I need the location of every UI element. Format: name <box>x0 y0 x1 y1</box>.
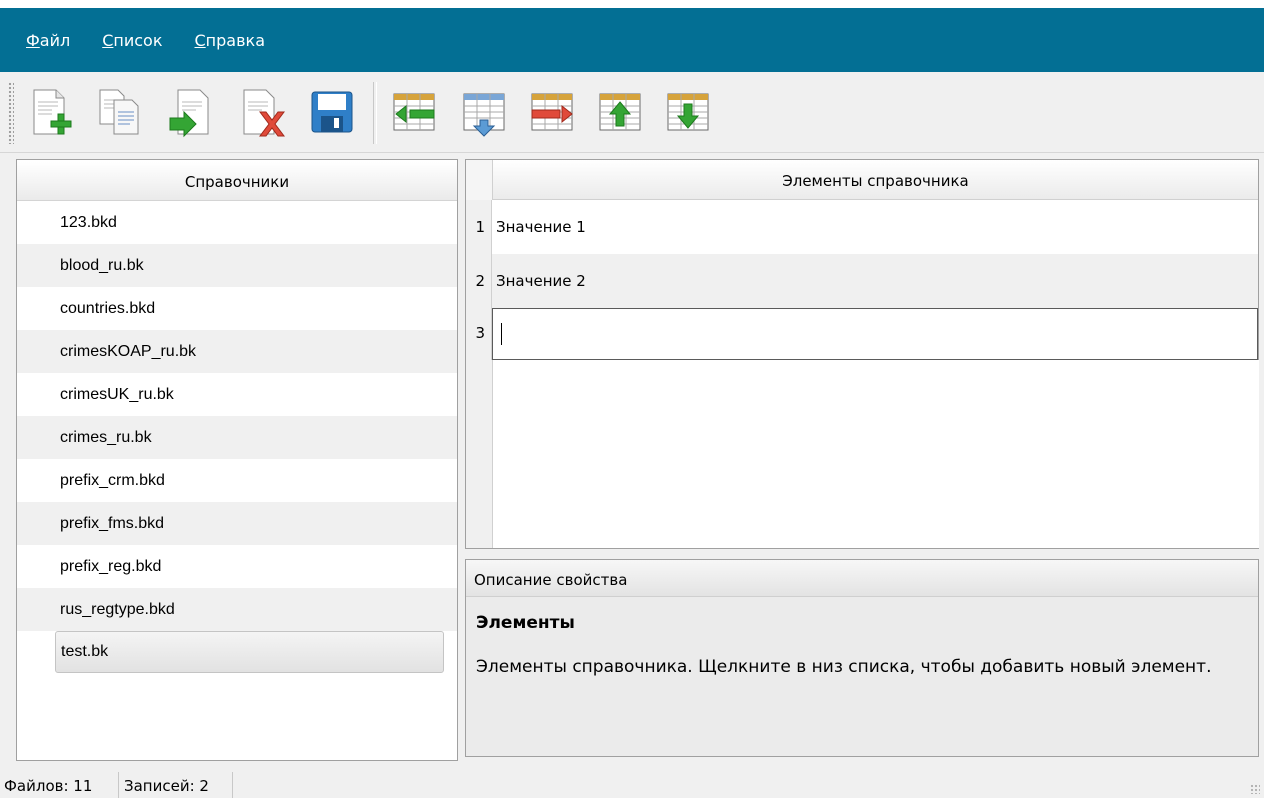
list-item[interactable]: 123.bkd <box>17 201 457 244</box>
list-item[interactable]: crimesUK_ru.bk <box>17 373 457 416</box>
new-file-icon <box>33 89 72 135</box>
status-divider <box>118 772 119 798</box>
row-number[interactable]: 2 <box>466 254 492 308</box>
insert-row-before-icon <box>393 93 435 131</box>
insert-row-below-button[interactable] <box>456 84 512 140</box>
text-caret <box>501 323 502 345</box>
toolbar-grip[interactable] <box>8 82 14 144</box>
import-file-icon <box>169 89 209 138</box>
menu-bar: Файл Список Справка <box>0 8 1264 72</box>
status-files: Файлов: 11 <box>4 777 93 795</box>
move-row-down-icon <box>667 93 709 131</box>
window-top-edge <box>0 0 1264 8</box>
row-header-empty <box>466 360 492 548</box>
status-divider <box>232 772 233 798</box>
copy-file-icon <box>99 89 139 135</box>
elements-header[interactable]: Элементы справочника <box>493 160 1258 200</box>
delete-file-icon <box>243 89 285 137</box>
status-bar: Файлов: 11 Записей: 2 <box>0 764 1264 798</box>
list-item[interactable]: rus_regtype.bkd <box>17 588 457 631</box>
grid-empty-area[interactable] <box>492 360 1259 548</box>
menu-list[interactable]: Список <box>102 31 162 50</box>
save-icon <box>311 91 353 133</box>
move-row-up-icon <box>599 93 641 131</box>
dictionaries-list: Справочники 123.bkd blood_ru.bk countrie… <box>16 159 458 761</box>
list-item[interactable]: crimesKOAP_ru.bk <box>17 330 457 373</box>
table-row[interactable]: 1 Значение 1 <box>466 200 1258 255</box>
resize-grip[interactable] <box>1250 784 1260 794</box>
list-item-selected[interactable]: test.bk <box>55 631 444 673</box>
move-row-down-button[interactable] <box>660 84 716 140</box>
grid-corner[interactable] <box>466 160 493 201</box>
list-item[interactable]: countries.bkd <box>17 287 457 330</box>
copy-file-button[interactable] <box>92 84 148 140</box>
status-records: Записей: 2 <box>124 777 209 795</box>
menu-file[interactable]: Файл <box>26 31 70 50</box>
list-item[interactable]: prefix_fms.bkd <box>17 502 457 545</box>
delete-row-icon <box>531 93 573 131</box>
table-row[interactable]: 2 Значение 2 <box>466 254 1258 309</box>
insert-row-below-icon <box>463 93 505 137</box>
property-description: Описание свойства Элементы Элементы спра… <box>465 559 1259 757</box>
description-header: Описание свойства <box>466 560 1258 597</box>
save-button[interactable] <box>304 84 360 140</box>
elements-grid: Элементы справочника 1 Значение 1 2 Знач… <box>465 159 1259 549</box>
toolbar <box>0 72 1264 153</box>
list-item[interactable]: prefix_reg.bkd <box>17 545 457 588</box>
move-row-up-button[interactable] <box>592 84 648 140</box>
delete-row-button[interactable] <box>524 84 580 140</box>
row-value[interactable]: Значение 2 <box>492 254 1258 309</box>
table-row-editing[interactable]: 3 <box>466 308 1258 360</box>
row-value[interactable]: Значение 1 <box>492 200 1258 255</box>
import-file-button[interactable] <box>164 84 220 140</box>
grid-header: Элементы справочника <box>466 160 1258 201</box>
toolbar-separator <box>373 82 377 144</box>
row-number[interactable]: 1 <box>466 200 492 254</box>
list-item[interactable]: crimes_ru.bk <box>17 416 457 459</box>
row-number[interactable]: 3 <box>466 308 492 360</box>
list-item[interactable]: blood_ru.bk <box>17 244 457 287</box>
dictionaries-header[interactable]: Справочники <box>17 162 457 201</box>
description-title: Элементы <box>476 613 575 633</box>
new-file-button[interactable] <box>22 84 78 140</box>
description-text: Элементы справочника. Щелкните в низ спи… <box>476 657 1212 677</box>
menu-help[interactable]: Справка <box>195 31 266 50</box>
row-edit-field[interactable] <box>492 308 1258 360</box>
insert-row-before-button[interactable] <box>386 84 442 140</box>
list-item[interactable]: prefix_crm.bkd <box>17 459 457 502</box>
delete-file-button[interactable] <box>234 84 290 140</box>
